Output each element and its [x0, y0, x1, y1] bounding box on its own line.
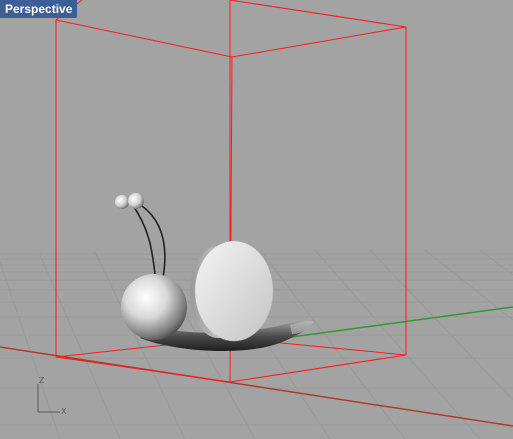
right-eye-ball[interactable]: [128, 193, 144, 209]
left-eye-ball[interactable]: [115, 195, 129, 209]
axis-z-label: Z: [39, 376, 45, 385]
viewport-title-tab[interactable]: Perspective: [0, 0, 78, 18]
snail-head[interactable]: [121, 274, 187, 340]
axis-x-label: X: [61, 407, 67, 416]
perspective-viewport[interactable]: Perspective Z X: [0, 0, 513, 439]
snail-shell[interactable]: [194, 240, 274, 342]
axis-indicator-icon: Z X: [37, 376, 67, 416]
